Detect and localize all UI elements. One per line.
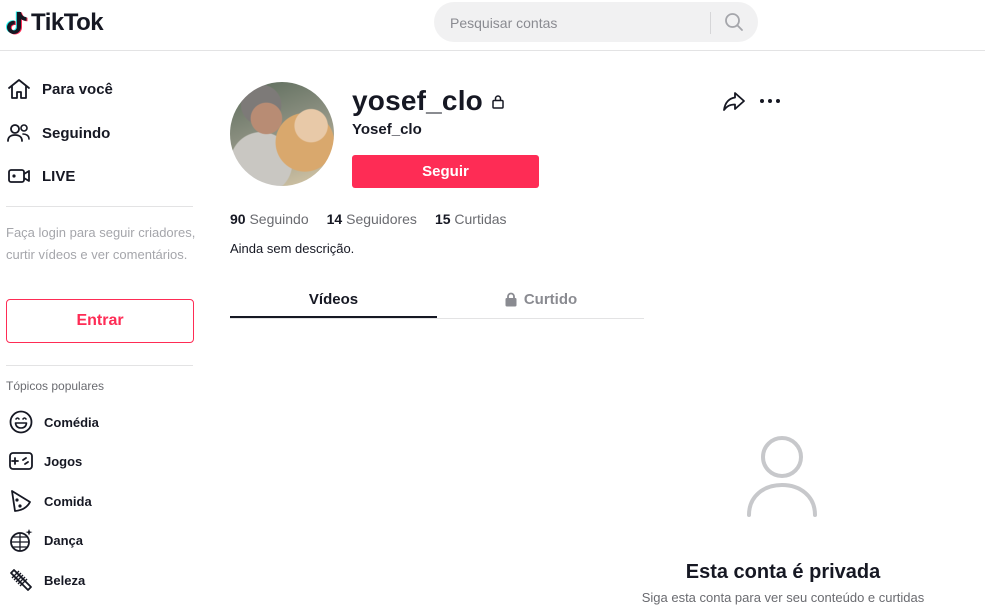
stat-likes: 15 Curtidas	[435, 211, 507, 227]
sidebar-item-following[interactable]: Seguindo	[6, 117, 110, 149]
login-prompt-text: Faça login para seguir criadores, curtir…	[6, 225, 196, 262]
stat-value: 90	[230, 211, 246, 227]
follow-button[interactable]: Seguir	[352, 155, 539, 188]
topic-label: Dança	[44, 532, 84, 548]
sidebar-divider	[6, 206, 193, 207]
search-icon[interactable]	[724, 12, 744, 32]
sidebar-item-for-you[interactable]: Para você	[6, 73, 113, 105]
profile-username: yosef_clo	[352, 85, 483, 116]
topic-comedy[interactable]: Comédia	[8, 408, 99, 436]
profile-stats: 90 Seguindo 14 Seguidores 15 Curtidas	[230, 211, 507, 227]
lock-icon	[505, 292, 517, 306]
tab-liked[interactable]: Curtido	[437, 282, 644, 316]
topic-label: Jogos	[44, 453, 83, 469]
sidebar-item-label: Para você	[42, 80, 113, 98]
sidebar-item-label: Seguindo	[42, 124, 111, 142]
comb-icon	[10, 569, 32, 591]
user-outline-icon	[747, 436, 817, 517]
topic-dance[interactable]: Dança	[8, 526, 83, 554]
profile-avatar[interactable]	[230, 82, 334, 186]
share-icon[interactable]	[722, 90, 746, 112]
pizza-icon	[11, 490, 31, 512]
topic-label: Comédia	[44, 414, 99, 430]
comedy-icon	[9, 410, 33, 434]
sidebar-item-label: LIVE	[42, 167, 76, 185]
topic-label: Comida	[44, 493, 92, 509]
topic-games[interactable]: Jogos	[8, 447, 82, 475]
private-account-title: Esta conta é privada	[685, 561, 881, 583]
tab-label: Curtido	[523, 290, 578, 308]
following-icon	[7, 124, 30, 142]
topic-food[interactable]: Comida	[8, 487, 92, 515]
topic-beauty[interactable]: Beleza	[8, 566, 85, 594]
search-bar	[434, 2, 758, 42]
stat-followers[interactable]: 14 Seguidores	[327, 211, 417, 227]
popular-topics-title: Tópicos populares	[6, 379, 105, 393]
live-icon	[8, 169, 30, 183]
disco-ball-icon	[10, 529, 33, 552]
tiktok-logo[interactable]: TikTok	[6, 9, 104, 37]
home-icon	[8, 79, 30, 99]
left-sidebar: Para você Seguindo LIVE Faça login para …	[0, 51, 205, 609]
tab-videos[interactable]: Vídeos	[230, 282, 437, 318]
tiktok-note-icon	[6, 11, 28, 35]
stat-label: Curtidas	[454, 211, 507, 227]
sidebar-divider	[6, 365, 193, 366]
logo-wordmark: TikTok	[31, 9, 104, 36]
profile-nickname: Yosef_clo	[352, 121, 422, 138]
stat-value: 14	[326, 211, 343, 227]
profile-tabs: Vídeos Curtido	[230, 282, 644, 319]
stat-following[interactable]: 90 Seguindo	[230, 211, 309, 227]
login-button[interactable]: Entrar	[6, 299, 194, 343]
more-options-icon[interactable]	[759, 92, 781, 110]
private-account-subtitle: Siga esta conta para ver seu conteúdo e …	[641, 590, 925, 605]
search-input[interactable]	[448, 11, 708, 35]
tab-label: Vídeos	[308, 290, 359, 308]
stat-value: 15	[434, 211, 451, 227]
top-header: TikTok	[0, 0, 985, 51]
profile-bio: Ainda sem descrição.	[230, 241, 355, 256]
sidebar-item-live[interactable]: LIVE	[6, 160, 75, 192]
topic-label: Beleza	[44, 572, 86, 588]
stat-label: Seguindo	[249, 211, 309, 227]
stat-label: Seguidores	[346, 211, 417, 227]
private-lock-icon	[492, 95, 504, 109]
search-divider	[710, 12, 711, 34]
gamepad-icon	[9, 452, 33, 470]
